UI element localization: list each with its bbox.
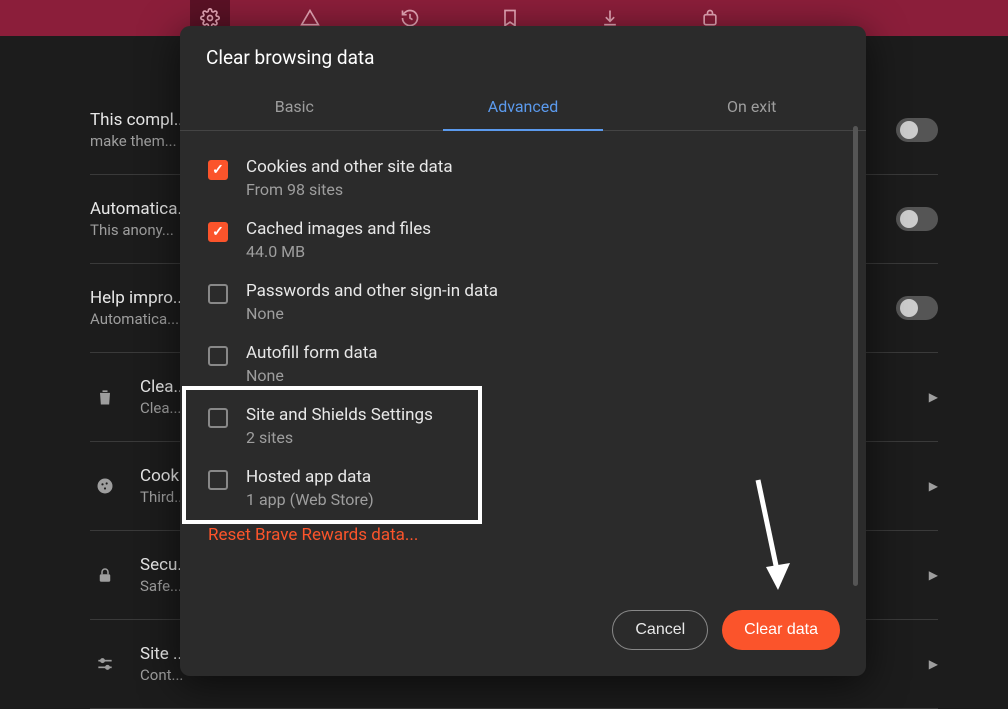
cancel-button[interactable]: Cancel [612,610,708,650]
option-cookies[interactable]: ✓ Cookies and other site data From 98 si… [202,147,844,209]
option-passwords[interactable]: Passwords and other sign-in data None [202,271,844,333]
option-title: Site and Shields Settings [246,405,433,425]
dialog-footer: Cancel Clear data [180,600,866,676]
chevron-right-icon: ▶ [929,479,938,493]
dialog-tabs: Basic Advanced On exit [180,87,866,131]
checkbox-icon[interactable] [208,408,228,428]
option-sub: 44.0 MB [246,242,431,261]
chevron-right-icon: ▶ [929,390,938,404]
option-title: Cookies and other site data [246,157,453,177]
tab-on-exit[interactable]: On exit [637,87,866,130]
option-title: Passwords and other sign-in data [246,281,498,301]
scrollbar[interactable] [853,126,858,586]
toggle-switch[interactable] [896,207,938,231]
checkbox-icon[interactable] [208,346,228,366]
checkbox-icon[interactable] [208,470,228,490]
option-site-shields[interactable]: Site and Shields Settings 2 sites [202,395,844,457]
sliders-icon [90,654,120,674]
trash-icon [90,387,120,407]
option-sub: 2 sites [246,428,433,447]
option-cache[interactable]: ✓ Cached images and files 44.0 MB [202,209,844,271]
option-sub: From 98 sites [246,180,453,199]
reset-rewards-link[interactable]: Reset Brave Rewards data... [202,519,844,557]
option-sub: None [246,366,378,385]
chevron-right-icon: ▶ [929,657,938,671]
toggle-switch[interactable] [896,118,938,142]
dialog-body: ✓ Cookies and other site data From 98 si… [180,131,866,600]
tab-basic[interactable]: Basic [180,87,409,130]
option-autofill[interactable]: Autofill form data None [202,333,844,395]
checkbox-icon[interactable] [208,284,228,304]
checkbox-icon[interactable]: ✓ [208,160,228,180]
chevron-right-icon: ▶ [929,568,938,582]
tab-advanced[interactable]: Advanced [409,87,638,130]
toggle-switch[interactable] [896,296,938,320]
option-title: Hosted app data [246,467,374,487]
option-title: Cached images and files [246,219,431,239]
option-title: Autofill form data [246,343,378,363]
lock-icon [90,565,120,585]
cookie-icon [90,476,120,496]
option-sub: None [246,304,498,323]
checkbox-icon[interactable]: ✓ [208,222,228,242]
option-sub: 1 app (Web Store) [246,490,374,509]
clear-browsing-data-dialog: Clear browsing data Basic Advanced On ex… [180,26,866,676]
option-hosted-app[interactable]: Hosted app data 1 app (Web Store) [202,457,844,519]
clear-data-button[interactable]: Clear data [722,610,840,650]
dialog-title: Clear browsing data [180,26,866,87]
